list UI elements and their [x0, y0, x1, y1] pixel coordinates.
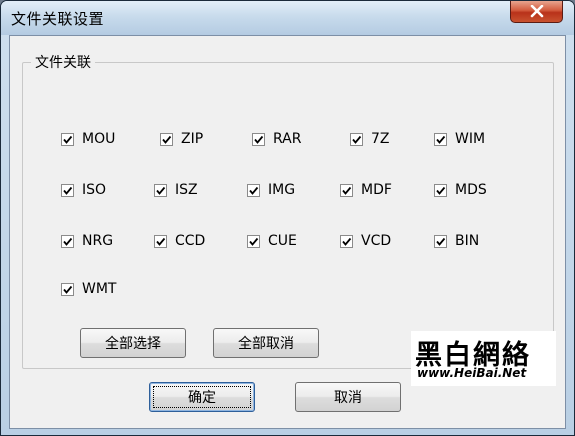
- checkbox-label: IMG: [268, 182, 296, 198]
- checkmark-icon: [254, 135, 264, 144]
- site-watermark: 黑白網絡 www.HeiBai.Net: [411, 331, 556, 386]
- checkbox-label: ZIP: [181, 131, 204, 147]
- checkmark-icon: [436, 135, 446, 144]
- checkbox-label: 7Z: [371, 131, 390, 147]
- checkbox-cue[interactable]: CUE: [247, 233, 297, 249]
- checkbox-wmt[interactable]: WMT: [61, 281, 116, 297]
- checkbox-label: RAR: [273, 131, 302, 147]
- checkmark-icon: [342, 237, 352, 246]
- window-title: 文件关联设置: [11, 10, 105, 28]
- checkbox-mou[interactable]: MOU: [61, 131, 115, 147]
- checkbox-nrg[interactable]: NRG: [61, 233, 113, 249]
- checkbox-box[interactable]: [61, 234, 74, 248]
- checkmark-icon: [156, 186, 166, 195]
- checkbox-label: ISO: [82, 182, 107, 198]
- checkbox-box[interactable]: [160, 132, 173, 146]
- checkbox-mds[interactable]: MDS: [434, 182, 487, 198]
- select-all-button[interactable]: 全部选择: [80, 328, 186, 358]
- checkbox-bin[interactable]: BIN: [434, 233, 479, 249]
- checkbox-box[interactable]: [61, 132, 74, 146]
- checkbox-label: WMT: [82, 281, 117, 297]
- checkmark-icon: [436, 237, 446, 246]
- checkbox-box[interactable]: [252, 132, 265, 146]
- checkbox-label: ISZ: [175, 182, 198, 198]
- checkbox-label: MOU: [82, 131, 116, 147]
- checkmark-icon: [63, 285, 73, 294]
- file-association-group: 文件关联 MOU ZIP RAR 7Z WIM ISO ISZ IMG MDF …: [22, 52, 554, 369]
- checkmark-icon: [63, 237, 73, 246]
- checkbox-wim[interactable]: WIM: [434, 131, 485, 147]
- checkbox-rar[interactable]: RAR: [252, 131, 301, 147]
- checkbox-box[interactable]: [247, 183, 260, 197]
- checkbox-box[interactable]: [350, 132, 363, 146]
- checkbox-box[interactable]: [61, 183, 74, 197]
- checkmark-icon: [162, 135, 172, 144]
- ok-button[interactable]: 确定: [149, 382, 255, 412]
- checkbox-box[interactable]: [61, 282, 74, 296]
- checkbox-box[interactable]: [340, 183, 353, 197]
- checkbox-label: NRG: [82, 233, 114, 249]
- group-label: 文件关联: [31, 52, 95, 72]
- checkbox-box[interactable]: [340, 234, 353, 248]
- watermark-url: www.HeiBai.Net: [417, 366, 527, 380]
- checkbox-label: BIN: [455, 233, 480, 249]
- checkmark-icon: [249, 237, 259, 246]
- checkmark-icon: [63, 186, 73, 195]
- checkbox-mdf[interactable]: MDF: [340, 182, 392, 198]
- checkbox-iso[interactable]: ISO: [61, 182, 106, 198]
- checkbox-label: MDS: [455, 182, 487, 198]
- checkbox-label: VCD: [361, 233, 392, 249]
- checkmark-icon: [63, 135, 73, 144]
- checkbox-label: CCD: [175, 233, 206, 249]
- checkbox-box[interactable]: [154, 183, 167, 197]
- checkmark-icon: [342, 186, 352, 195]
- checkbox-box[interactable]: [434, 132, 447, 146]
- checkbox-label: WIM: [455, 131, 486, 147]
- checkbox-box[interactable]: [154, 234, 167, 248]
- title-bar[interactable]: 文件关联设置: [1, 1, 574, 35]
- close-icon: [530, 5, 544, 18]
- dialog-window: 文件关联设置 文件关联 MOU ZIP RAR 7Z WIM ISO ISZ I…: [0, 0, 575, 436]
- checkbox-box[interactable]: [434, 234, 447, 248]
- checkbox-box[interactable]: [434, 183, 447, 197]
- checkbox-7z[interactable]: 7Z: [350, 131, 390, 147]
- checkmark-icon: [249, 186, 259, 195]
- checkbox-ccd[interactable]: CCD: [154, 233, 205, 249]
- checkbox-isz[interactable]: ISZ: [154, 182, 198, 198]
- checkmark-icon: [352, 135, 362, 144]
- checkbox-vcd[interactable]: VCD: [340, 233, 391, 249]
- close-button[interactable]: [510, 1, 563, 23]
- checkbox-label: MDF: [361, 182, 392, 198]
- checkbox-img[interactable]: IMG: [247, 182, 295, 198]
- checkmark-icon: [156, 237, 166, 246]
- checkmark-icon: [436, 186, 446, 195]
- ok-button-label: 确定: [188, 390, 216, 406]
- checkbox-zip[interactable]: ZIP: [160, 131, 203, 147]
- checkbox-label: CUE: [268, 233, 297, 249]
- deselect-all-button[interactable]: 全部取消: [213, 328, 319, 358]
- cancel-button[interactable]: 取消: [295, 382, 401, 412]
- checkbox-box[interactable]: [247, 234, 260, 248]
